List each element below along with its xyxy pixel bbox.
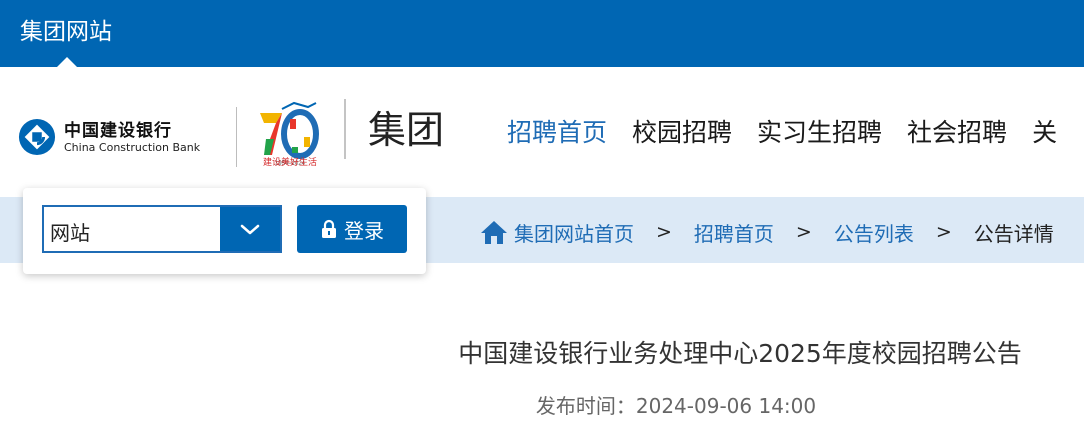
- site-select-toggle[interactable]: [220, 207, 280, 251]
- header: 中国建设银行 China Construction Bank 1954–2024…: [0, 67, 1084, 197]
- breadcrumb-group-home[interactable]: 集团网站首页: [514, 218, 634, 247]
- breadcrumb-notice-detail: 公告详情: [973, 221, 1054, 246]
- top-bar: 集团网站: [0, 0, 1084, 68]
- breadcrumb-separator: >: [656, 221, 672, 243]
- breadcrumb: 集团网站首页 > 招聘首页 > 公告列表 > 公告详情: [480, 217, 1054, 247]
- nav-item-truncated[interactable]: 关: [1032, 115, 1057, 151]
- breadcrumb-recruit-home[interactable]: 招聘首页: [694, 218, 774, 247]
- nav-item-recruit-home[interactable]: 招聘首页: [507, 115, 607, 151]
- group-title: 集团: [368, 108, 445, 152]
- nav-item-campus[interactable]: 校园招聘: [632, 115, 732, 151]
- login-label: 登录: [344, 218, 384, 243]
- publish-time: 2024-09-06 14:00: [635, 394, 817, 418]
- breadcrumb-notice-list[interactable]: 公告列表: [834, 218, 914, 247]
- breadcrumb-separator: >: [935, 221, 952, 243]
- nav-item-intern[interactable]: 实习生招聘: [757, 115, 882, 151]
- logo-divider: [236, 107, 237, 167]
- article-title: 中国建设银行业务处理中心2025年度校园招聘公告: [458, 339, 1022, 368]
- ccb-logo[interactable]: 中国建设银行 China Construction Bank: [18, 117, 200, 157]
- page: 集团网站 中国建设银行 China Construction Bank 1954…: [0, 0, 1084, 444]
- home-icon[interactable]: [480, 219, 508, 245]
- title-divider: [344, 99, 346, 159]
- site-switcher-panel: 网站 登录: [23, 188, 426, 274]
- logo-text: 中国建设银行 China Construction Bank: [64, 121, 200, 154]
- site-select[interactable]: 网站: [42, 205, 282, 253]
- group-site-link[interactable]: 集团网站: [20, 16, 112, 48]
- nav-item-social[interactable]: 社会招聘: [907, 115, 1007, 151]
- article-publish-info: 发布时间：2024-09-06 14:00: [0, 390, 1084, 419]
- login-button[interactable]: 登录: [297, 205, 407, 253]
- breadcrumb-separator: >: [795, 221, 812, 243]
- ccb-logo-icon: [18, 118, 56, 156]
- publish-label: 发布时间：: [535, 394, 636, 418]
- anniversary-slogan: 建设美好生活: [262, 158, 317, 168]
- chevron-down-icon: [240, 224, 260, 235]
- main-nav: 招聘首页 校园招聘 实习生招聘 社会招聘 关: [507, 115, 1082, 151]
- logo-english-name: China Construction Bank: [64, 140, 201, 154]
- site-select-value: 网站: [50, 221, 90, 245]
- lock-icon: [322, 219, 336, 238]
- logo-chinese-name: 中国建设银行: [64, 120, 172, 141]
